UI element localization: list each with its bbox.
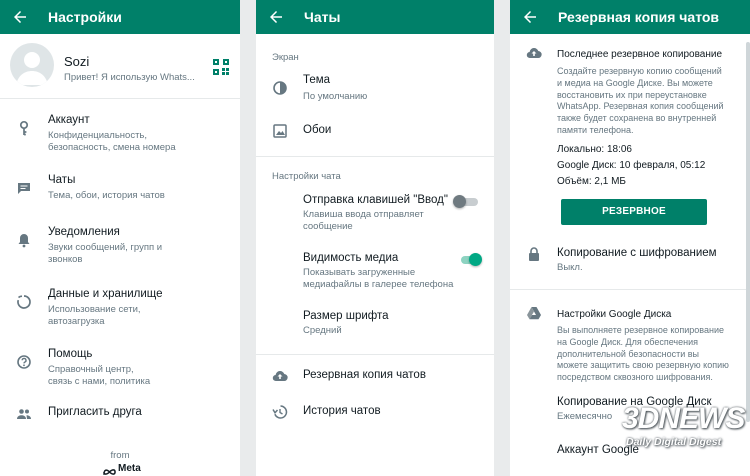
font-size-value: Средний: [303, 325, 342, 336]
app-bar: Чаты: [256, 0, 494, 34]
settings-item-subtitle: Конфиденциальность, безопасность, смена …: [48, 130, 176, 153]
panel-gap: [494, 0, 510, 476]
wallpaper-icon: [272, 123, 288, 139]
avatar: [10, 43, 54, 87]
lock-icon: [526, 246, 542, 262]
wallpaper-title: Обои: [303, 124, 332, 136]
gdrive-settings-heading: Настройки Google Диска: [557, 309, 672, 320]
panel-gap: [240, 0, 256, 476]
font-size-row[interactable]: Размер шрифта Средний: [256, 304, 494, 342]
settings-item-title: Помощь: [48, 348, 93, 360]
encrypted-backup-row[interactable]: Копирование с шифрованием Выкл.: [510, 238, 750, 278]
settings-item-title: Аккаунт: [48, 114, 90, 126]
theme-row[interactable]: Тема По умолчанию: [256, 68, 494, 108]
settings-item-title: Пригласить друга: [48, 406, 142, 418]
last-backup-heading: Последнее резервное копирование: [557, 49, 723, 60]
app-bar: Резервная копия чатов: [510, 0, 750, 34]
help-icon: [16, 354, 32, 370]
theme-value: По умолчанию: [303, 91, 368, 102]
chat-backup-title: Резервная копия чатов: [303, 369, 426, 381]
gdrive-settings-description: Вы выполняете резервное копирование на G…: [557, 325, 729, 383]
encrypted-backup-title: Копирование с шифрованием: [557, 247, 717, 259]
last-backup-description: Создайте резервную копию сообщений и мед…: [557, 66, 724, 135]
wallpaper-row[interactable]: Обои: [256, 114, 494, 148]
theme-icon: [272, 80, 288, 96]
theme-title: Тема: [303, 74, 331, 86]
backup-button[interactable]: РЕЗЕРВНОЕ КОПИРОВАНИЕ: [561, 199, 707, 243]
meta-logo: [103, 463, 116, 476]
section-header-screen: Экран: [272, 52, 299, 63]
chat-history-title: История чатов: [303, 405, 381, 417]
media-visibility-title: Видимость медиа: [303, 252, 399, 264]
enter-key-toggle-thumb: [453, 195, 466, 208]
copy-to-gdrive-title: Копирование на Google Диск: [557, 396, 712, 408]
meta-brand: Meta: [118, 463, 141, 474]
settings-item-subtitle: Использование сети, автозагрузка: [48, 304, 141, 327]
app-bar: Настройки: [0, 0, 240, 34]
settings-item-title: Уведомления: [48, 226, 120, 238]
backup-size: Объём: 2,1 МБ: [557, 176, 626, 187]
enter-key-title: Отправка клавишей "Ввод": [303, 194, 448, 206]
footer-from: from: [110, 450, 130, 461]
chats-screen: Чаты Экран Тема По умолчанию Обои Настро…: [256, 0, 494, 476]
settings-item-1[interactable]: Аккаунт Конфиденциальность, безопасность,…: [0, 106, 240, 158]
divider: [0, 98, 240, 99]
cloud-upload-icon: [526, 45, 542, 61]
copy-to-gdrive-row[interactable]: Копирование на Google Диск Ежемесячно: [510, 390, 750, 426]
settings-item-title: Данные и хранилище: [48, 288, 163, 300]
enter-key-setting[interactable]: Отправка клавишей "Ввод" Клавиша ввода о…: [256, 188, 494, 234]
media-visibility-toggle-thumb: [469, 253, 482, 266]
settings-item-subtitle: Тема, обои, история чатов: [48, 190, 165, 201]
back-arrow-icon[interactable]: [521, 8, 539, 26]
enter-key-desc: Клавиша ввода отправляет сообщение: [303, 209, 424, 232]
settings-item-5[interactable]: Помощь Справочный центр, связь с нами, по…: [0, 340, 240, 392]
settings-item-subtitle: Справочный центр, связь с нами, политика: [48, 364, 151, 387]
settings-item-title: Чаты: [48, 174, 76, 186]
profile-name: Sozi: [64, 54, 90, 69]
page-title: Чаты: [304, 9, 341, 25]
divider: [256, 156, 494, 157]
copy-to-gdrive-frequency: Ежемесячно: [557, 411, 613, 422]
divider: [256, 354, 494, 355]
profile-row[interactable]: Sozi Привет! Я использую Whats...: [0, 34, 240, 98]
gdrive-backup-time: Google Диск: 10 февраля, 05:12: [557, 160, 706, 171]
settings-item-4[interactable]: Данные и хранилище Использование сети, ав…: [0, 280, 240, 332]
chat-backup-row[interactable]: Резервная копия чатов: [256, 362, 494, 390]
storage-icon: [16, 294, 32, 310]
settings-item-2[interactable]: Чаты Тема, обои, история чатов: [0, 166, 240, 218]
divider: [510, 289, 750, 290]
encrypted-backup-status: Выкл.: [557, 262, 583, 273]
chat-icon: [16, 180, 32, 196]
key-icon: [16, 120, 32, 136]
section-header-chat-settings: Настройки чата: [272, 171, 341, 182]
media-visibility-desc: Показывать загруженные медиафайлы в гале…: [303, 267, 454, 290]
back-arrow-icon[interactable]: [267, 8, 285, 26]
local-backup-time: Локально: 18:06: [557, 144, 632, 155]
back-arrow-icon[interactable]: [11, 8, 29, 26]
bell-icon: [16, 232, 32, 248]
page-title: Настройки: [48, 9, 122, 25]
page-title: Резервная копия чатов: [558, 9, 720, 25]
cloud-upload-icon: [272, 368, 288, 384]
profile-status: Привет! Я использую Whats...: [64, 72, 195, 83]
scrollbar[interactable]: [746, 42, 750, 422]
google-account-row[interactable]: Аккаунт Google: [510, 438, 750, 466]
font-size-title: Размер шрифта: [303, 310, 389, 322]
settings-item-6[interactable]: Пригласить друга: [0, 398, 240, 450]
media-visibility-setting[interactable]: Видимость медиа Показывать загруженные м…: [256, 246, 494, 292]
settings-item-3[interactable]: Уведомления Звуки сообщений, групп и звон…: [0, 218, 240, 270]
google-drive-icon: [526, 305, 542, 321]
history-icon: [272, 404, 288, 420]
chat-backup-screen: Резервная копия чатов Последнее резервно…: [510, 0, 750, 476]
google-account-title: Аккаунт Google: [557, 444, 639, 456]
chat-history-row[interactable]: История чатов: [256, 398, 494, 426]
settings-item-subtitle: Звуки сообщений, групп и звонков: [48, 242, 163, 265]
qr-code-icon[interactable]: [213, 59, 229, 75]
settings-screen: Настройки Sozi Привет! Я использую Whats…: [0, 0, 240, 476]
people-icon: [16, 406, 32, 422]
